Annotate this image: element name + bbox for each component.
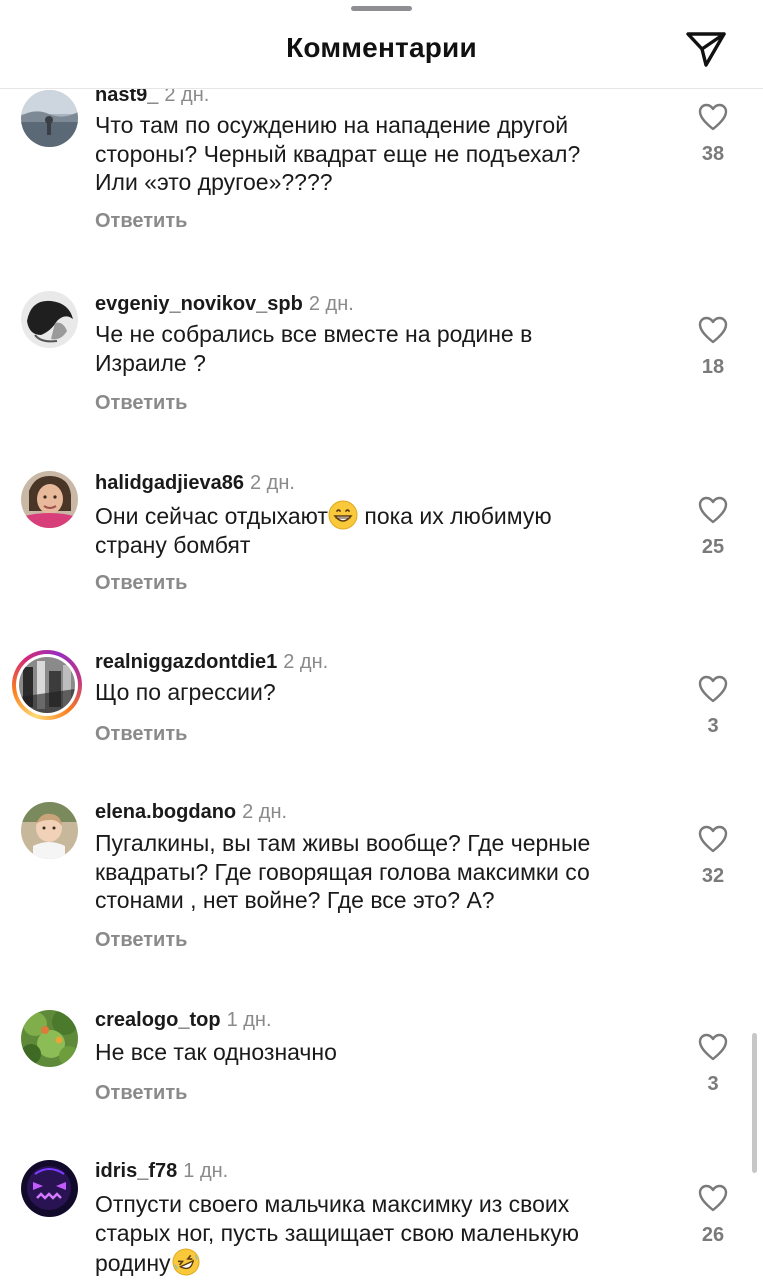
scrollbar[interactable] (752, 1033, 757, 1173)
like-group: 26 (690, 1184, 736, 1247)
comment-text-part: Они сейчас отдыхают (95, 503, 328, 529)
username[interactable]: elena.bogdano (95, 801, 236, 823)
like-group: 18 (690, 316, 736, 379)
reply-button[interactable]: Ответить (95, 929, 187, 952)
avatar-image (21, 291, 78, 348)
heart-icon[interactable] (698, 496, 728, 524)
heart-icon[interactable] (698, 1033, 728, 1061)
username[interactable]: evgeniy_novikov_spb (95, 293, 303, 315)
comment-text: Че не собрались все вместе на родине в И… (95, 321, 533, 376)
avatar-image (19, 657, 75, 713)
avatar[interactable] (21, 291, 78, 348)
paper-plane-icon (686, 32, 726, 67)
reply-button[interactable]: Ответить (95, 392, 187, 415)
username[interactable]: realniggazdontdie1 (95, 651, 277, 673)
like-count: 25 (701, 536, 725, 558)
share-button[interactable] (684, 29, 728, 69)
sheet-grabber[interactable] (351, 6, 412, 11)
username[interactable]: idris_f78 (95, 1160, 177, 1182)
comment-text: Не все так однозначно (95, 1039, 337, 1065)
avatar[interactable] (21, 1010, 78, 1067)
like-count: 38 (701, 143, 725, 165)
avatar[interactable] (21, 1160, 78, 1217)
header: Комментарии (0, 0, 763, 89)
timestamp: 2 дн. (242, 801, 288, 823)
heart-icon[interactable] (698, 825, 728, 853)
heart-icon[interactable] (698, 1184, 728, 1212)
comments-sheet: Комментарии nast9_ 2 дн. Что там по осуж… (0, 0, 763, 1280)
timestamp: 1 дн. (183, 1160, 229, 1182)
like-count: 3 (707, 715, 719, 737)
reply-button[interactable]: Ответить (95, 723, 187, 746)
avatar-image (21, 1010, 78, 1067)
comment-text: Що по агрессии? (95, 679, 276, 705)
like-group: 38 (690, 103, 736, 166)
like-count: 32 (701, 865, 725, 887)
avatar[interactable] (21, 90, 78, 147)
reply-button[interactable]: Ответить (95, 572, 187, 595)
heart-icon[interactable] (698, 103, 728, 131)
page-title: Комментарии (286, 32, 477, 63)
reply-button[interactable]: Ответить (95, 210, 187, 233)
like-group: 32 (690, 825, 736, 888)
avatar (19, 657, 75, 713)
like-count: 18 (701, 356, 725, 378)
username[interactable]: crealogo_top (95, 1009, 221, 1031)
timestamp: 2 дн. (283, 651, 329, 673)
avatar-image (21, 90, 78, 147)
comment-text: Они сейчас отдыхают пока их любимую стра… (95, 500, 675, 559)
comment-text-part: Отпусти своего мальчика максимку из свои… (95, 1191, 579, 1276)
like-count: 26 (701, 1224, 725, 1246)
like-group: 3 (690, 1033, 736, 1096)
reply-button[interactable]: Ответить (95, 1082, 187, 1105)
avatar[interactable] (21, 802, 78, 859)
comment-text: Пугалкины, вы там живы вообще? Где черны… (95, 830, 591, 913)
avatar-image (21, 1160, 78, 1217)
timestamp: 2 дн. (164, 88, 210, 106)
comment-text: Отпусти своего мальчика максимку из свои… (95, 1190, 675, 1278)
like-group: 25 (690, 496, 736, 559)
like-group: 3 (690, 675, 736, 738)
username[interactable]: halidgadjieva86 (95, 472, 244, 494)
grinning-face-emoji (328, 500, 358, 530)
avatar-image (21, 471, 78, 528)
heart-icon[interactable] (698, 675, 728, 703)
timestamp: 2 дн. (249, 472, 295, 494)
comment-text: Что там по осуждению на нападение другой… (95, 112, 581, 195)
heart-icon[interactable] (698, 316, 728, 344)
avatar-story-ring[interactable] (12, 650, 82, 720)
timestamp: 1 дн. (226, 1009, 272, 1031)
timestamp: 2 дн. (308, 293, 354, 315)
avatar[interactable] (21, 471, 78, 528)
comment-list[interactable]: nast9_ 2 дн. Что там по осуждению на напа… (0, 88, 763, 1280)
username[interactable]: nast9_ (95, 88, 158, 106)
rolling-on-the-floor-laughing-emoji (172, 1248, 200, 1276)
avatar-image (21, 802, 78, 859)
like-count: 3 (707, 1073, 719, 1095)
